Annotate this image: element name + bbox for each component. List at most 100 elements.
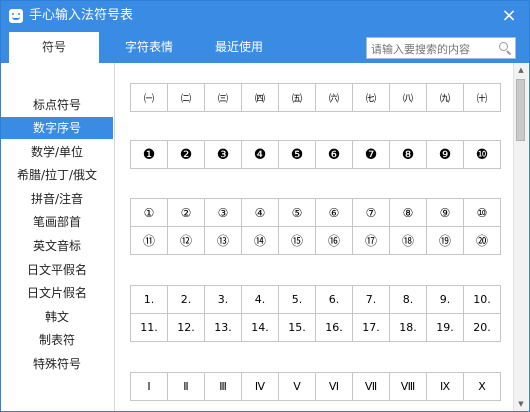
- symbol-cell[interactable]: ㈩: [463, 83, 501, 112]
- symbol-cell[interactable]: 14.: [241, 313, 279, 342]
- symbol-cell[interactable]: 1.: [130, 285, 168, 314]
- symbol-cell[interactable]: Ⅹ: [463, 372, 501, 401]
- scroll-up-arrow[interactable]: ▲: [514, 63, 528, 77]
- symbol-cell[interactable]: ⑭: [241, 226, 279, 255]
- symbol-cell[interactable]: ⑫: [167, 226, 205, 255]
- symbol-cell[interactable]: Ⅸ: [426, 372, 464, 401]
- sidebar-item-strokes-radicals[interactable]: 笔画部首: [1, 211, 113, 233]
- symbol-cell[interactable]: 8.: [389, 285, 427, 314]
- symbol-cell[interactable]: 9.: [426, 285, 464, 314]
- symbol-cell[interactable]: ㈨: [426, 83, 464, 112]
- symbol-cell[interactable]: ⑥: [315, 198, 353, 227]
- symbol-row: ⑪⑫⑬⑭⑮⑯⑰⑱⑲⑳: [130, 226, 501, 255]
- symbol-cell[interactable]: ⑪: [130, 226, 168, 255]
- symbol-cell[interactable]: 10.: [463, 285, 501, 314]
- app-logo-icon: [9, 9, 23, 23]
- symbol-cell[interactable]: 20.: [463, 313, 501, 342]
- negative-circled-numerals-grid: ❶❷❸❹❺❻❼❽❾❿: [130, 140, 501, 169]
- symbol-cell[interactable]: ❽: [389, 140, 427, 169]
- symbol-row: ㈠㈡㈢㈣㈤㈥㈦㈧㈨㈩: [130, 83, 501, 112]
- sidebar-item-hiragana[interactable]: 日文平假名: [1, 259, 113, 281]
- tab-symbols[interactable]: 符号: [9, 32, 99, 63]
- scroll-thumb[interactable]: [516, 79, 525, 141]
- symbol-cell[interactable]: 19.: [426, 313, 464, 342]
- symbol-cell[interactable]: ⑮: [278, 226, 316, 255]
- roman-numerals-grid: ⅠⅡⅢⅣⅤⅥⅦⅧⅨⅩ: [130, 372, 501, 401]
- symbol-cell[interactable]: 7.: [352, 285, 390, 314]
- symbol-cell[interactable]: ⑳: [463, 226, 501, 255]
- symbol-cell[interactable]: Ⅴ: [278, 372, 316, 401]
- symbol-cell[interactable]: ㈢: [204, 83, 242, 112]
- symbol-cell[interactable]: 11.: [130, 313, 168, 342]
- symbol-cell[interactable]: ㈦: [352, 83, 390, 112]
- symbol-row: ①②③④⑤⑥⑦⑧⑨⑩: [130, 198, 501, 227]
- symbol-cell[interactable]: ❿: [463, 140, 501, 169]
- symbol-cell[interactable]: Ⅳ: [241, 372, 279, 401]
- symbol-cell[interactable]: ❶: [130, 140, 168, 169]
- tab-recent[interactable]: 最近使用: [199, 32, 279, 63]
- symbol-cell[interactable]: Ⅱ: [167, 372, 205, 401]
- symbol-cell[interactable]: ❺: [278, 140, 316, 169]
- sidebar-item-greek-latin-russian[interactable]: 希腊/拉丁/俄文: [1, 164, 113, 186]
- symbol-cell[interactable]: Ⅰ: [130, 372, 168, 401]
- symbol-cell[interactable]: ⑦: [352, 198, 390, 227]
- sidebar-item-katakana[interactable]: 日文片假名: [1, 282, 113, 304]
- symbol-cell[interactable]: ㈠: [130, 83, 168, 112]
- symbol-cell[interactable]: ❹: [241, 140, 279, 169]
- symbol-row: 1. 2. 3. 4. 5. 6. 7. 8. 9. 10.: [130, 285, 501, 314]
- symbol-cell[interactable]: ⑧: [389, 198, 427, 227]
- symbol-cell[interactable]: Ⅵ: [315, 372, 353, 401]
- symbol-cell[interactable]: ❷: [167, 140, 205, 169]
- sidebar-item-english-phonetics[interactable]: 英文音标: [1, 235, 113, 257]
- symbol-cell[interactable]: ①: [130, 198, 168, 227]
- symbol-cell[interactable]: ❻: [315, 140, 353, 169]
- symbol-cell[interactable]: ⑰: [352, 226, 390, 255]
- symbol-cell[interactable]: ⑯: [315, 226, 353, 255]
- symbol-cell[interactable]: 4.: [241, 285, 279, 314]
- symbol-cell[interactable]: ⑱: [389, 226, 427, 255]
- symbol-cell[interactable]: ⑲: [426, 226, 464, 255]
- sidebar-item-box-drawing[interactable]: 制表符: [1, 329, 113, 351]
- symbol-cell[interactable]: ❾: [426, 140, 464, 169]
- symbol-cell[interactable]: Ⅶ: [352, 372, 390, 401]
- symbol-cell[interactable]: 13.: [204, 313, 242, 342]
- symbol-cell[interactable]: ㈧: [389, 83, 427, 112]
- search-icon[interactable]: [499, 42, 508, 51]
- symbol-cell[interactable]: Ⅲ: [204, 372, 242, 401]
- symbol-cell[interactable]: 16.: [315, 313, 353, 342]
- symbol-cell[interactable]: ③: [204, 198, 242, 227]
- tab-emoticons[interactable]: 字符表情: [109, 32, 189, 63]
- close-button[interactable]: ×: [499, 6, 519, 26]
- symbol-cell[interactable]: ②: [167, 198, 205, 227]
- symbol-cell[interactable]: 12.: [167, 313, 205, 342]
- vertical-scrollbar[interactable]: ▲ ▼: [513, 63, 528, 411]
- scroll-down-arrow[interactable]: ▼: [514, 397, 528, 411]
- symbol-cell[interactable]: ④: [241, 198, 279, 227]
- symbol-cell[interactable]: 5.: [278, 285, 316, 314]
- symbol-cell[interactable]: ㈤: [278, 83, 316, 112]
- symbol-cell[interactable]: ㈣: [241, 83, 279, 112]
- symbol-cell[interactable]: 6.: [315, 285, 353, 314]
- symbol-cell[interactable]: Ⅷ: [389, 372, 427, 401]
- sidebar-item-special-symbols[interactable]: 特殊符号: [1, 353, 113, 375]
- sidebar-item-punctuation[interactable]: 标点符号: [1, 94, 113, 116]
- symbol-cell[interactable]: ⑤: [278, 198, 316, 227]
- symbol-cell[interactable]: 18.: [389, 313, 427, 342]
- symbol-cell[interactable]: ㈡: [167, 83, 205, 112]
- sidebar-item-number-ordinals[interactable]: 数字序号: [1, 117, 113, 139]
- search-box: [366, 37, 516, 59]
- symbol-cell[interactable]: 15.: [278, 313, 316, 342]
- symbol-cell[interactable]: 17.: [352, 313, 390, 342]
- symbol-cell[interactable]: ⑩: [463, 198, 501, 227]
- symbol-cell[interactable]: ⑨: [426, 198, 464, 227]
- sidebar-item-pinyin-zhuyin[interactable]: 拼音/注音: [1, 188, 113, 210]
- symbol-cell[interactable]: ❸: [204, 140, 242, 169]
- symbol-cell[interactable]: ❼: [352, 140, 390, 169]
- symbol-cell[interactable]: ⑬: [204, 226, 242, 255]
- symbol-cell[interactable]: 3.: [204, 285, 242, 314]
- symbol-cell[interactable]: ㈥: [315, 83, 353, 112]
- sidebar-item-korean[interactable]: 韩文: [1, 306, 113, 328]
- search-input[interactable]: [371, 40, 491, 59]
- symbol-cell[interactable]: 2.: [167, 285, 205, 314]
- sidebar-item-math-units[interactable]: 数学/单位: [1, 141, 113, 163]
